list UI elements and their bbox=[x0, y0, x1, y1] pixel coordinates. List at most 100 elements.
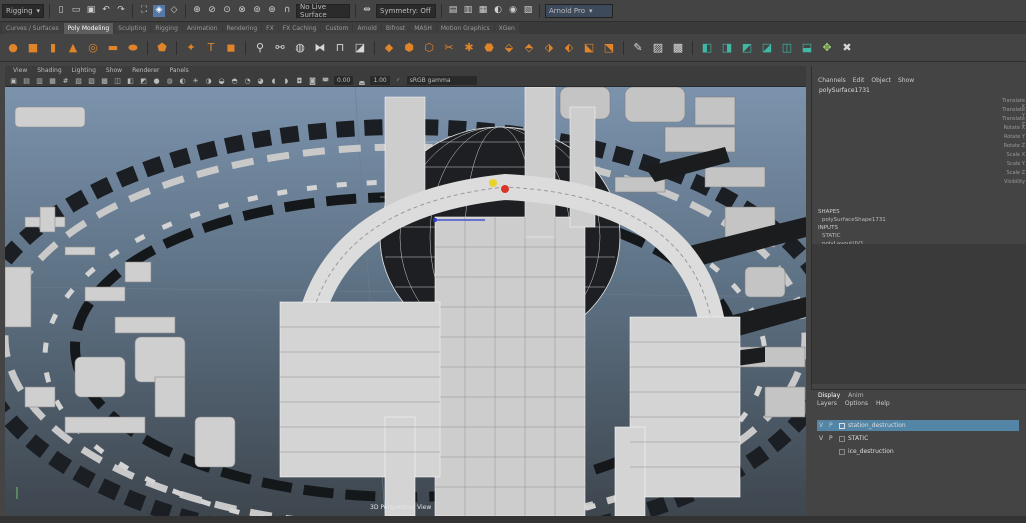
shelf-tab[interactable]: FX bbox=[262, 23, 278, 34]
bridge-icon[interactable]: ⊓ bbox=[332, 40, 348, 56]
type-tool-icon[interactable]: T bbox=[203, 40, 219, 56]
channel-rotate-z[interactable]: Rotate Z bbox=[998, 143, 1026, 149]
exposure-field[interactable]: 0.00 bbox=[334, 76, 354, 85]
collapse-icon[interactable]: ⬕ bbox=[581, 40, 597, 56]
magnet-icon[interactable]: ∩ bbox=[281, 5, 293, 17]
panel-menu-item[interactable]: Renderer bbox=[127, 66, 164, 75]
layer-visibility-toggle[interactable]: V bbox=[819, 435, 826, 442]
tab-anim[interactable]: Anim bbox=[846, 392, 865, 399]
select-component-icon[interactable]: ◇ bbox=[168, 5, 180, 17]
panel-menu-item[interactable]: Lighting bbox=[67, 66, 101, 75]
workspace-dropdown[interactable]: Arnold Pro ▾ bbox=[545, 3, 613, 18]
object-name[interactable]: polySurface1731 bbox=[812, 86, 1026, 96]
append-polygon-icon[interactable]: ⬢ bbox=[401, 40, 417, 56]
save-scene-icon[interactable]: ▣ bbox=[85, 5, 97, 17]
smooth-shade-icon[interactable]: ● bbox=[152, 76, 161, 85]
multi-cut-icon[interactable]: ✂ bbox=[441, 40, 457, 56]
channel-scale-z[interactable]: Scale Z bbox=[998, 170, 1026, 176]
bevel-icon[interactable]: ◪ bbox=[352, 40, 368, 56]
shelf-tab[interactable]: Rigging bbox=[151, 23, 182, 34]
anti-aliasing-icon[interactable]: ◔ bbox=[243, 76, 252, 85]
select-camera-icon[interactable]: ▣ bbox=[9, 76, 18, 85]
color-management-icon[interactable]: ◜ bbox=[394, 76, 403, 85]
snap-curve-icon[interactable]: ⊘ bbox=[206, 5, 218, 17]
shelf-tab[interactable]: Bifrost bbox=[381, 23, 410, 34]
poly-cube-icon[interactable]: ■ bbox=[25, 40, 41, 56]
xray-joints-icon[interactable]: ◘ bbox=[295, 76, 304, 85]
channel-rotate-x[interactable]: Rotate X bbox=[998, 125, 1026, 131]
insert-loop-icon[interactable]: ⬘ bbox=[521, 40, 537, 56]
film-gate-icon[interactable]: ▧ bbox=[74, 76, 83, 85]
symmetry-icon[interactable]: ⇹ bbox=[361, 5, 373, 17]
textured-icon[interactable]: ◐ bbox=[178, 76, 187, 85]
gamma-icon[interactable]: ◛ bbox=[357, 76, 366, 85]
extrude-icon[interactable]: ◆ bbox=[381, 40, 397, 56]
field-chart-icon[interactable]: ◫ bbox=[113, 76, 122, 85]
shelf-tab[interactable]: Curves / Surfaces bbox=[2, 23, 63, 34]
layer-row[interactable]: V P station_destruction bbox=[817, 420, 1019, 431]
arnold-render-icon[interactable]: ◉ bbox=[507, 5, 519, 17]
shelf-tab[interactable]: Custom bbox=[321, 23, 353, 34]
gamma-field[interactable]: 1.00 bbox=[370, 76, 390, 85]
resolution-gate-icon[interactable]: ▨ bbox=[87, 76, 96, 85]
shelf-tab[interactable]: Rendering bbox=[222, 23, 262, 34]
snap-grid-icon[interactable]: ⊕ bbox=[191, 5, 203, 17]
platonic-solid-icon[interactable]: ⬟ bbox=[154, 40, 170, 56]
snap-surface-icon[interactable]: ⊚ bbox=[251, 5, 263, 17]
layer-menu-item[interactable]: Options bbox=[845, 399, 868, 408]
panel-menu-item[interactable]: Panels bbox=[164, 66, 193, 75]
new-scene-icon[interactable]: ▯ bbox=[55, 5, 67, 17]
connect-icon[interactable]: ⬣ bbox=[481, 40, 497, 56]
channel-box-menu-item[interactable]: Channels bbox=[818, 76, 846, 86]
ipr-render-icon[interactable]: ▥ bbox=[462, 5, 474, 17]
symmetry-dropdown[interactable]: Symmetry: Off bbox=[376, 3, 436, 18]
snap-view-icon[interactable]: ⊗ bbox=[236, 5, 248, 17]
channel-scale-y[interactable]: Scale Y bbox=[998, 161, 1026, 167]
redo-icon[interactable]: ↷ bbox=[115, 5, 127, 17]
superellipse-icon[interactable]: ✦ bbox=[183, 40, 199, 56]
poly-plane-icon[interactable]: ▬ bbox=[105, 40, 121, 56]
shelf-tab[interactable]: MASH bbox=[410, 23, 436, 34]
hypershade-icon[interactable]: ◐ bbox=[492, 5, 504, 17]
shelf-tab[interactable]: Motion Graphics bbox=[436, 23, 494, 34]
channel-visibility[interactable]: Visibility bbox=[998, 179, 1026, 185]
uv-editor-icon[interactable]: ▩ bbox=[670, 40, 686, 56]
offset-loop-icon[interactable]: ⬗ bbox=[541, 40, 557, 56]
layer-playback-toggle[interactable]: P bbox=[829, 435, 836, 442]
uv-cylindrical-icon[interactable]: ◨ bbox=[719, 40, 735, 56]
layer-color-swatch[interactable] bbox=[839, 435, 845, 442]
wireframe-on-shaded-icon[interactable]: ◍ bbox=[165, 76, 174, 85]
gate-mask-icon[interactable]: ▩ bbox=[100, 76, 109, 85]
layer-color-swatch[interactable] bbox=[839, 422, 845, 429]
svg-tool-icon[interactable]: ◼ bbox=[223, 40, 239, 56]
panel-menu-item[interactable]: View bbox=[8, 66, 32, 75]
channel-rotate-y[interactable]: Rotate Y bbox=[998, 134, 1026, 140]
live-surface-field[interactable]: No Live Surface bbox=[296, 3, 350, 19]
separate-icon[interactable]: ⚯ bbox=[272, 40, 288, 56]
image-plane-icon[interactable]: ▦ bbox=[48, 76, 57, 85]
uv-layout-icon[interactable]: ◫ bbox=[779, 40, 795, 56]
depth-of-field-icon[interactable]: ◕ bbox=[256, 76, 265, 85]
shape-name[interactable]: polySurfaceShape1731 bbox=[812, 216, 1026, 224]
quad-draw-icon[interactable]: ⬙ bbox=[501, 40, 517, 56]
layer-visibility-toggle[interactable]: V bbox=[819, 422, 826, 429]
motion-blur-icon[interactable]: ◓ bbox=[230, 76, 239, 85]
channel-box-menu-item[interactable]: Object bbox=[871, 76, 891, 86]
shelf-tab[interactable]: Arnold bbox=[353, 23, 381, 34]
xray-icon[interactable]: ◗ bbox=[282, 76, 291, 85]
shelf-tab[interactable]: FX Caching bbox=[278, 23, 321, 34]
bookmarks-icon[interactable]: ▥ bbox=[35, 76, 44, 85]
layer-color-swatch[interactable] bbox=[839, 448, 845, 455]
shelf-tab[interactable]: Animation bbox=[182, 23, 222, 34]
channel-box-menu-item[interactable]: Show bbox=[898, 76, 914, 86]
poly-torus-icon[interactable]: ◎ bbox=[85, 40, 101, 56]
uv-automatic-icon[interactable]: ◪ bbox=[759, 40, 775, 56]
panel-menu-item[interactable]: Shading bbox=[32, 66, 66, 75]
select-hierarchy-icon[interactable]: ⛶ bbox=[138, 5, 150, 17]
layer-menu-item[interactable]: Help bbox=[876, 399, 890, 408]
panel-menu-item[interactable]: Show bbox=[101, 66, 127, 75]
tools-icon[interactable]: ✖ bbox=[839, 40, 855, 56]
camera-attributes-icon[interactable]: ▤ bbox=[22, 76, 31, 85]
smooth-icon[interactable]: ◍ bbox=[292, 40, 308, 56]
layer-row[interactable]: ice_destruction bbox=[811, 446, 1026, 457]
